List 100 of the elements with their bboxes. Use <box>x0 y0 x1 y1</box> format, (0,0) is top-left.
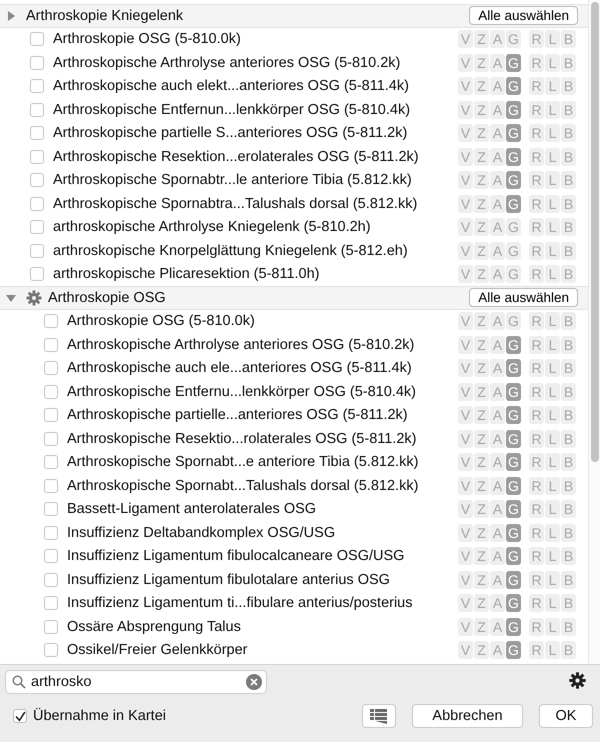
code-toggle[interactable]: A <box>490 570 505 589</box>
side-toggle[interactable]: R <box>529 570 544 589</box>
select-all-button[interactable]: Alle auswählen <box>469 288 578 308</box>
checkbox[interactable] <box>30 173 44 188</box>
side-toggle[interactable]: B <box>561 594 576 612</box>
checkbox[interactable] <box>30 56 44 70</box>
code-toggle[interactable]: A <box>490 524 505 542</box>
side-toggle[interactable]: R <box>529 406 544 424</box>
checkbox[interactable] <box>44 408 58 422</box>
code-toggle[interactable]: V <box>458 148 473 166</box>
side-toggle[interactable]: R <box>529 54 544 72</box>
code-toggle[interactable]: V <box>458 524 473 542</box>
side-toggle[interactable]: L <box>545 524 560 542</box>
code-toggle[interactable]: V <box>458 124 473 142</box>
code-toggle[interactable]: V <box>458 382 473 401</box>
code-toggle[interactable]: Z <box>474 476 489 495</box>
code-toggle[interactable]: A <box>490 500 505 518</box>
side-toggle[interactable]: L <box>545 265 560 284</box>
code-toggle[interactable]: G <box>506 618 521 636</box>
code-toggle[interactable]: G <box>506 641 521 660</box>
side-toggle[interactable]: R <box>529 618 544 636</box>
code-toggle[interactable]: Z <box>474 336 489 354</box>
settings-icon[interactable] <box>569 672 586 689</box>
code-toggle[interactable]: G <box>506 594 521 612</box>
side-toggle[interactable]: B <box>561 148 576 166</box>
checkbox[interactable] <box>30 102 44 117</box>
code-toggle[interactable]: V <box>458 54 473 72</box>
checkbox[interactable] <box>44 338 58 352</box>
search-field[interactable]: arthrosko <box>5 670 267 694</box>
ok-button[interactable]: OK <box>539 704 593 728</box>
side-toggle[interactable]: R <box>529 148 544 166</box>
checkbox[interactable] <box>44 643 58 658</box>
checkbox[interactable] <box>44 596 58 610</box>
side-toggle[interactable]: R <box>529 359 544 378</box>
code-toggle[interactable]: A <box>490 594 505 612</box>
side-toggle[interactable]: R <box>529 641 544 660</box>
checkbox[interactable] <box>44 572 58 587</box>
checkbox[interactable] <box>44 314 58 328</box>
expand-triangle-icon[interactable] <box>6 10 16 21</box>
side-toggle[interactable]: L <box>545 359 560 378</box>
side-toggle[interactable]: R <box>529 382 544 401</box>
checkbox[interactable] <box>44 502 58 516</box>
side-toggle[interactable]: L <box>545 500 560 518</box>
side-toggle[interactable]: B <box>561 382 576 401</box>
side-toggle[interactable]: B <box>561 218 576 236</box>
clear-icon[interactable] <box>246 674 262 690</box>
code-toggle[interactable]: G <box>506 30 521 48</box>
code-toggle[interactable]: G <box>506 77 521 96</box>
code-toggle[interactable]: Z <box>474 547 489 566</box>
code-toggle[interactable]: V <box>458 194 473 213</box>
select-all-button[interactable]: Alle auswählen <box>469 6 578 26</box>
code-toggle[interactable]: A <box>490 453 505 472</box>
side-toggle[interactable]: R <box>529 194 544 213</box>
side-toggle[interactable]: L <box>545 641 560 660</box>
side-toggle[interactable]: B <box>561 242 576 260</box>
side-toggle[interactable]: R <box>529 453 544 472</box>
code-toggle[interactable]: Z <box>474 148 489 166</box>
side-toggle[interactable]: B <box>561 359 576 378</box>
code-toggle[interactable]: Z <box>474 218 489 236</box>
side-toggle[interactable]: B <box>561 500 576 518</box>
side-toggle[interactable]: L <box>545 430 560 448</box>
code-toggle[interactable]: Z <box>474 641 489 660</box>
code-toggle[interactable]: A <box>490 77 505 96</box>
side-toggle[interactable]: L <box>545 194 560 213</box>
side-toggle[interactable]: B <box>561 547 576 566</box>
side-toggle[interactable]: B <box>561 453 576 472</box>
code-toggle[interactable]: A <box>490 30 505 48</box>
code-toggle[interactable]: A <box>490 547 505 566</box>
code-toggle[interactable]: A <box>490 265 505 284</box>
code-toggle[interactable]: Z <box>474 524 489 542</box>
checkbox[interactable] <box>30 220 44 234</box>
side-toggle[interactable]: R <box>529 476 544 495</box>
code-toggle[interactable]: G <box>506 453 521 472</box>
code-toggle[interactable]: G <box>506 54 521 72</box>
code-toggle[interactable]: V <box>458 618 473 636</box>
side-toggle[interactable]: R <box>529 242 544 260</box>
code-toggle[interactable]: A <box>490 359 505 378</box>
checkbox[interactable] <box>30 267 44 282</box>
code-toggle[interactable]: G <box>506 500 521 518</box>
scrollbar[interactable] <box>588 0 600 664</box>
code-toggle[interactable]: A <box>490 382 505 401</box>
code-toggle[interactable]: G <box>506 382 521 401</box>
code-toggle[interactable]: A <box>490 406 505 424</box>
side-toggle[interactable]: L <box>545 570 560 589</box>
checkbox[interactable] <box>44 478 58 493</box>
code-toggle[interactable]: V <box>458 312 473 330</box>
side-toggle[interactable]: B <box>561 524 576 542</box>
code-toggle[interactable]: A <box>490 148 505 166</box>
side-toggle[interactable]: R <box>529 336 544 354</box>
side-toggle[interactable]: L <box>545 30 560 48</box>
checkbox[interactable] <box>44 384 58 399</box>
side-toggle[interactable]: B <box>561 570 576 589</box>
side-toggle[interactable]: R <box>529 500 544 518</box>
side-toggle[interactable]: R <box>529 594 544 612</box>
side-toggle[interactable]: R <box>529 171 544 190</box>
code-toggle[interactable]: A <box>490 218 505 236</box>
code-toggle[interactable]: G <box>506 194 521 213</box>
gear-icon[interactable] <box>26 290 42 306</box>
side-toggle[interactable]: B <box>561 265 576 284</box>
code-toggle[interactable]: V <box>458 242 473 260</box>
